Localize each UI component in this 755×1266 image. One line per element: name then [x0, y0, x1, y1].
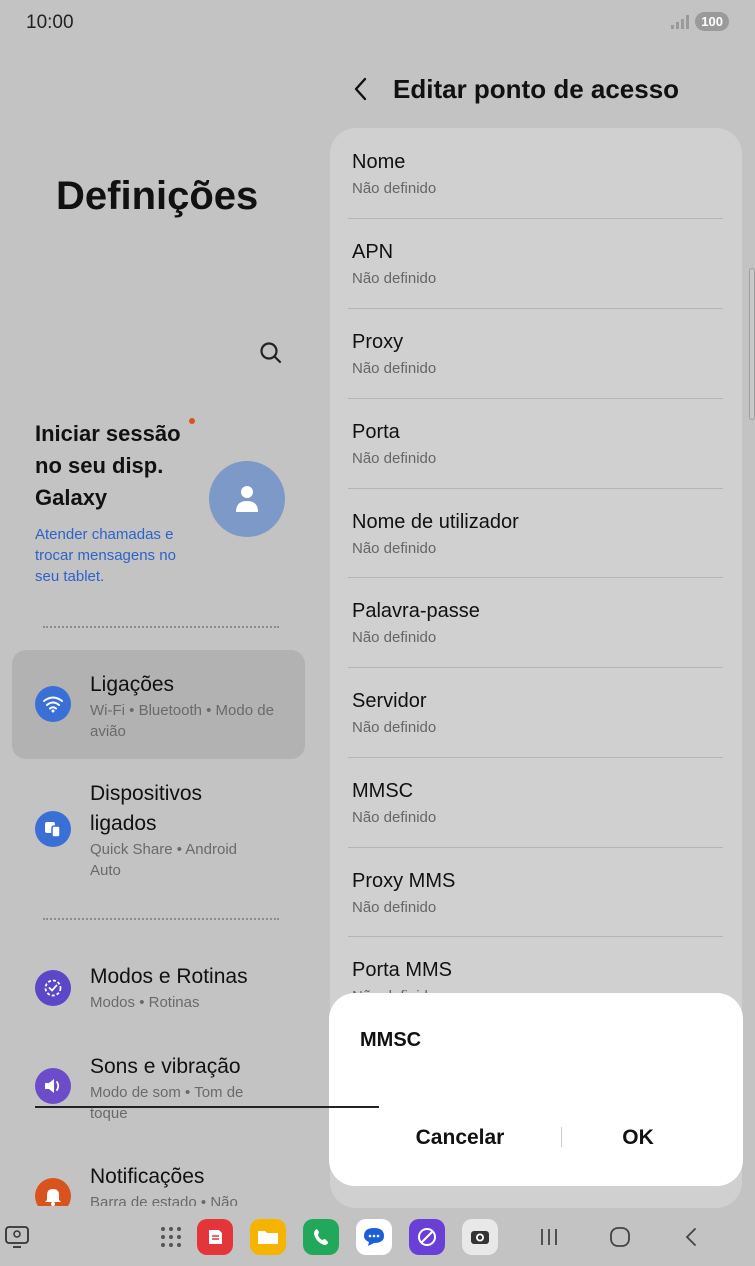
- menu-title: Modos e Rotinas: [90, 965, 248, 988]
- field-value: Não definido: [352, 360, 437, 377]
- field-label: Porta MMS: [352, 959, 453, 981]
- apn-field-name[interactable]: Nome Não definido: [352, 128, 724, 218]
- field-value: Não definido: [352, 899, 437, 916]
- field-value: Não definido: [352, 180, 437, 197]
- menu-title: Dispositivos ligados: [90, 782, 203, 835]
- field-label: Proxy: [352, 331, 404, 353]
- apn-field-proxy[interactable]: Proxy Não definido: [352, 308, 724, 398]
- menu-text: Ligações Wi-Fi • Bluetooth • Modo de avi…: [90, 670, 290, 742]
- field-label: APN: [352, 241, 394, 263]
- messages-app-icon[interactable]: [356, 1219, 392, 1255]
- recents-button[interactable]: [536, 1224, 562, 1250]
- menu-item-notifications[interactable]: Notificações Barra de estado • Não: [12, 1152, 305, 1206]
- search-icon[interactable]: [258, 340, 284, 366]
- signal-icon: [671, 14, 690, 29]
- browser-app-icon[interactable]: [409, 1219, 445, 1255]
- mmsc-dialog: MMSC Cancelar OK: [329, 993, 743, 1186]
- ok-button[interactable]: OK: [573, 1117, 703, 1159]
- menu-subtitle: Wi-Fi • Bluetooth • Modo de avião: [90, 702, 274, 740]
- field-label: Nome: [352, 151, 406, 173]
- bell-icon: [35, 1178, 71, 1206]
- divider: [43, 626, 279, 628]
- field-value: Não definido: [352, 540, 437, 557]
- apn-field-server[interactable]: Servidor Não definido: [352, 667, 724, 757]
- back-icon[interactable]: [350, 76, 372, 102]
- apn-field-mmsc[interactable]: MMSC Não definido: [352, 757, 724, 847]
- apn-field-apn[interactable]: APN Não definido: [352, 218, 724, 308]
- divider: [43, 918, 279, 920]
- dialog-title: MMSC: [360, 1029, 422, 1051]
- camera-app-icon[interactable]: [462, 1219, 498, 1255]
- wifi-icon: [35, 686, 71, 722]
- apn-field-username[interactable]: Nome de utilizador Não definido: [352, 488, 724, 578]
- apn-field-password[interactable]: Palavra-passe Não definido: [352, 577, 724, 667]
- menu-subtitle: Barra de estado • Não: [90, 1194, 238, 1206]
- apn-field-mms-proxy[interactable]: Proxy MMS Não definido: [352, 847, 724, 937]
- account-subtitle: Atender chamadas e trocar mensagens no s…: [35, 526, 176, 585]
- field-label: Nome de utilizador: [352, 511, 519, 533]
- navigation-bar: [0, 1210, 755, 1266]
- cancel-button[interactable]: Cancelar: [369, 1117, 551, 1159]
- recent-screen-icon[interactable]: [4, 1224, 30, 1250]
- menu-subtitle: Quick Share • Android Auto: [90, 841, 237, 879]
- apn-field-port[interactable]: Porta Não definido: [352, 398, 724, 488]
- field-value: Não definido: [352, 809, 437, 826]
- menu-subtitle: Modos • Rotinas: [90, 994, 200, 1011]
- scrollbar[interactable]: [749, 268, 755, 420]
- menu-text: Notificações Barra de estado • Não: [90, 1162, 290, 1206]
- mmsc-input[interactable]: [35, 1068, 379, 1108]
- field-label: Porta: [352, 421, 400, 443]
- status-icons: 100: [671, 12, 729, 31]
- battery-badge: 100: [695, 12, 729, 31]
- account-signin-card[interactable]: Iniciar sessão no seu disp. Galaxy Atend…: [35, 418, 295, 588]
- status-time: 10:00: [26, 12, 74, 33]
- back-button[interactable]: [678, 1224, 704, 1250]
- menu-item-connected-devices[interactable]: Dispositivos ligados Quick Share • Andro…: [12, 770, 305, 888]
- menu-title: Ligações: [90, 673, 175, 696]
- account-title: Iniciar sessão no seu disp. Galaxy: [35, 421, 181, 510]
- notification-dot: [189, 418, 195, 424]
- button-separator: [561, 1127, 562, 1147]
- modes-icon: [35, 970, 71, 1006]
- field-value: Não definido: [352, 450, 437, 467]
- apps-grid-icon[interactable]: [153, 1219, 189, 1255]
- page-title: Editar ponto de acesso: [393, 74, 680, 104]
- files-app-icon[interactable]: [250, 1219, 286, 1255]
- phone-app-icon[interactable]: [303, 1219, 339, 1255]
- menu-title: Notificações: [90, 1165, 205, 1188]
- avatar[interactable]: [209, 461, 285, 537]
- settings-title: Definições: [56, 174, 259, 218]
- screen: 10:00 100 Definições Iniciar sessão no s…: [0, 0, 755, 1266]
- menu-item-modes-routines[interactable]: Modos e Rotinas Modos • Rotinas: [12, 952, 305, 1026]
- notes-app-icon[interactable]: [197, 1219, 233, 1255]
- menu-text: Dispositivos ligados Quick Share • Andro…: [90, 779, 290, 881]
- field-label: Proxy MMS: [352, 870, 456, 892]
- menu-item-connections[interactable]: Ligações Wi-Fi • Bluetooth • Modo de avi…: [12, 650, 305, 759]
- home-button[interactable]: [607, 1224, 633, 1250]
- field-label: Palavra-passe: [352, 600, 480, 622]
- field-label: Servidor: [352, 690, 427, 712]
- field-value: Não definido: [352, 719, 437, 736]
- connected-devices-icon: [35, 811, 71, 847]
- menu-text: Modos e Rotinas Modos • Rotinas: [90, 962, 290, 1013]
- field-value: Não definido: [352, 629, 437, 646]
- field-label: MMSC: [352, 780, 414, 802]
- field-value: Não definido: [352, 270, 437, 287]
